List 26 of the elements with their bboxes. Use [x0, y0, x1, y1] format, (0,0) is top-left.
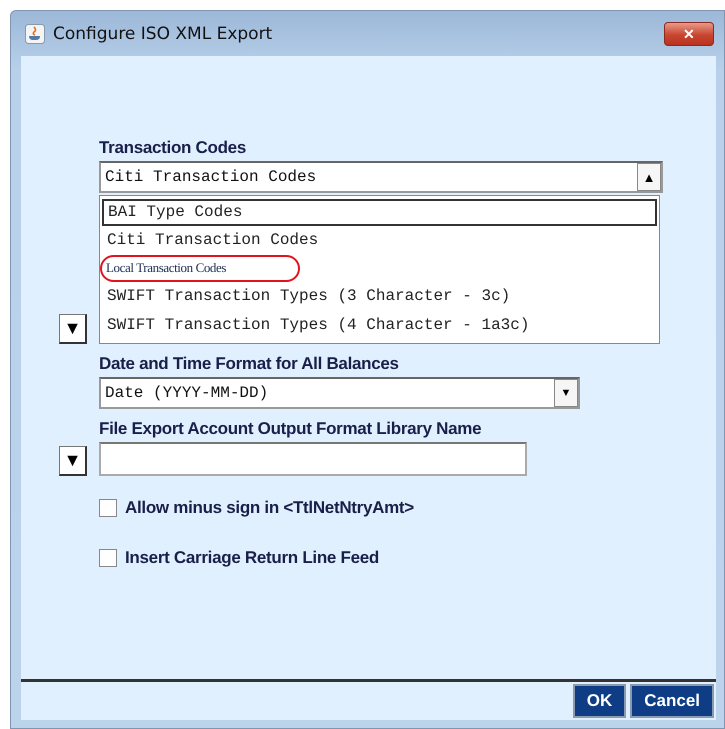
field-label: Date and Time Format for All Balances	[99, 354, 400, 374]
date-format-dropdown[interactable]: Date (YYYY-MM-DD) ▼	[99, 377, 580, 409]
checkbox[interactable]	[99, 499, 117, 517]
checkbox-label: Allow minus sign in <TtlNetNtryAmt>	[125, 498, 414, 518]
library-name-field[interactable]	[99, 442, 527, 476]
transaction-codes-dropdown[interactable]: Citi Transaction Codes ▲	[99, 161, 663, 193]
dropdown-option[interactable]: Citi Transaction Codes	[102, 226, 657, 255]
checkbox[interactable]	[99, 549, 117, 567]
dropdown-arrow-button[interactable]: ▲	[637, 163, 661, 191]
dropdown-arrow-button[interactable]: ▼	[554, 379, 578, 407]
toggle-button[interactable]: ▼	[59, 446, 87, 476]
field-label: Transaction Codes	[99, 138, 247, 158]
close-button[interactable]: ✕	[664, 22, 714, 46]
dropdown-value: Citi Transaction Codes	[104, 167, 318, 188]
window-title: Configure ISO XML Export	[53, 24, 272, 44]
field-label: File Export Account Output Format Library Name	[99, 419, 482, 439]
dialog-button[interactable]: Cancel	[630, 684, 714, 718]
coffee-cup-icon	[25, 24, 45, 44]
dialog-button[interactable]: OK	[572, 684, 626, 718]
dropdown-option[interactable]: BAI Type Codes	[102, 199, 657, 226]
toggle-button[interactable]: ▼	[59, 314, 87, 344]
checkbox-label: Insert Carriage Return Line Feed	[125, 548, 379, 568]
dropdown-option[interactable]: Local Transaction Codes	[100, 255, 300, 282]
dropdown-option[interactable]: SWIFT Transaction Types (4 Character - 1a3c)	[102, 311, 657, 340]
dropdown-value: Date (YYYY-MM-DD)	[104, 383, 270, 404]
dropdown-option[interactable]: SWIFT Transaction Types (3 Character - 3c)	[102, 282, 657, 311]
